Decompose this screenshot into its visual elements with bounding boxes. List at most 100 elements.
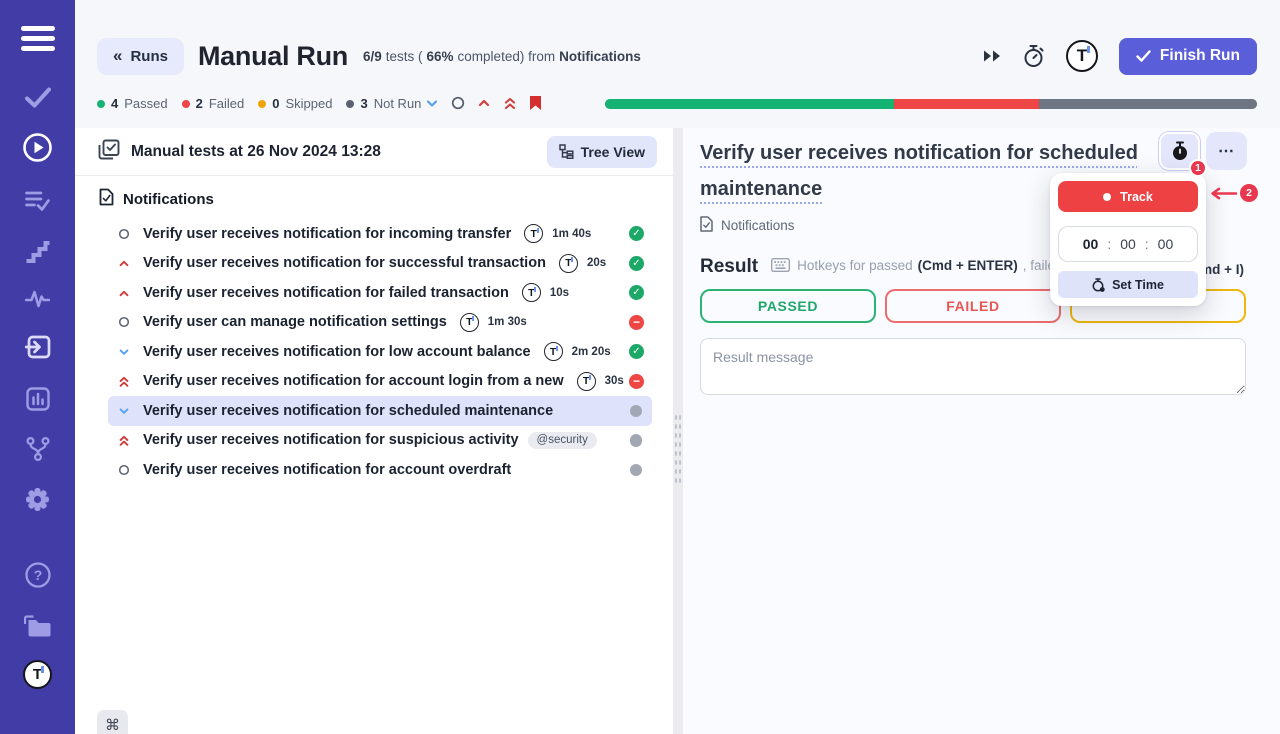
fast-forward-icon[interactable]	[982, 49, 1002, 63]
stopwatch-icon[interactable]	[1023, 44, 1045, 68]
result-message-input[interactable]	[700, 338, 1246, 395]
more-icon: ⋯	[1218, 141, 1235, 161]
time-colon: :	[1107, 236, 1111, 252]
bookmark-filter-icon[interactable]	[529, 95, 542, 111]
more-button[interactable]: ⋯	[1206, 132, 1247, 170]
hotkeys-right-fragment: md + I)	[1200, 262, 1244, 277]
finish-run-label: Finish Run	[1160, 47, 1240, 65]
test-title: Verify user receives notification for su…	[143, 432, 519, 448]
svg-text:?: ?	[33, 567, 42, 583]
test-logo-icon: T	[544, 342, 563, 361]
play-circle-icon[interactable]	[22, 132, 53, 163]
notrun-count: 3Not Run	[346, 96, 421, 111]
bar-chart-icon[interactable]	[26, 387, 50, 411]
annotation-badge-1: 1	[1189, 159, 1207, 177]
test-logo-icon: T	[577, 372, 596, 391]
test-duration: 30s	[605, 375, 624, 387]
test-row[interactable]: Verify user receives notification for ac…	[108, 455, 652, 485]
run-title: Manual tests at 26 Nov 2024 13:28	[131, 143, 536, 161]
test-logo-icon: T	[524, 224, 543, 243]
test-list: Verify user receives notification for in…	[75, 219, 673, 485]
gray-dot-icon	[346, 100, 354, 108]
test-title: Verify user receives notification for ac…	[143, 462, 511, 478]
testomat-logo-icon[interactable]: T	[23, 660, 52, 689]
gear-icon[interactable]	[25, 487, 50, 512]
tree-icon	[559, 144, 574, 159]
priority-icon	[118, 434, 130, 447]
seconds-value[interactable]: 00	[1158, 236, 1174, 252]
menu-icon[interactable]	[21, 26, 55, 51]
red-dot-icon	[182, 100, 190, 108]
failed-count: 2Failed	[182, 96, 245, 111]
test-row[interactable]: Verify user receives notification for su…	[108, 426, 652, 456]
progress-failed	[894, 99, 1039, 109]
skipped-count: 0Skipped	[258, 96, 332, 111]
orange-dot-icon	[258, 100, 266, 108]
title-actions: 1 ⋯	[1159, 132, 1247, 170]
priority-filters	[425, 95, 542, 111]
priority-icon	[118, 375, 130, 388]
tree-view-label: Tree View	[581, 144, 645, 160]
folder-icon[interactable]	[24, 615, 51, 638]
priority-icon	[118, 228, 130, 240]
result-heading: Result	[700, 256, 758, 278]
annotation-arrow-2: 2	[1207, 184, 1258, 202]
splitter-grip-icon	[674, 413, 682, 485]
status-badge: −	[629, 374, 644, 389]
priority-icon	[118, 405, 130, 417]
steps-icon[interactable]	[25, 240, 50, 263]
status-badge: ✓	[629, 285, 644, 300]
test-row[interactable]: Verify user can manage notification sett…	[108, 308, 652, 338]
help-icon[interactable]: ?	[25, 562, 51, 588]
test-row[interactable]: Verify user receives notification for sc…	[108, 396, 652, 426]
finish-run-button[interactable]: Finish Run	[1119, 38, 1257, 75]
set-time-button[interactable]: Set Time	[1058, 271, 1198, 298]
chevrons-up-filter-icon[interactable]	[503, 96, 517, 111]
list-check-icon[interactable]	[25, 190, 50, 212]
status-badge: ✓	[629, 256, 644, 271]
command-key-button[interactable]: ⌘	[97, 710, 128, 734]
back-to-runs-button[interactable]: « Runs	[97, 38, 184, 75]
check-icon[interactable]	[25, 87, 51, 108]
priority-icon	[118, 316, 130, 328]
hotkeys-passed-key: (Cmd + ENTER)	[918, 258, 1018, 273]
import-icon[interactable]	[25, 335, 51, 359]
test-row[interactable]: Verify user receives notification for fa…	[108, 278, 652, 308]
test-logo-icon: T	[559, 254, 578, 273]
minutes-value[interactable]: 00	[1120, 236, 1136, 252]
set-time-label: Set Time	[1112, 278, 1164, 292]
test-title: Verify user can manage notification sett…	[143, 314, 447, 330]
test-row[interactable]: Verify user receives notification for in…	[108, 219, 652, 249]
track-button[interactable]: Track	[1058, 181, 1198, 212]
test-row[interactable]: Verify user receives notification for lo…	[108, 337, 652, 367]
hours-value[interactable]: 00	[1083, 236, 1099, 252]
tree-view-button[interactable]: Tree View	[547, 136, 657, 168]
timer-popup: Track 00 : 00 : 00 Set Time	[1050, 173, 1206, 306]
activity-icon[interactable]	[25, 289, 50, 309]
failed-button[interactable]: FAILED	[885, 289, 1061, 323]
page-title: Manual Run	[198, 41, 348, 72]
green-dot-icon	[97, 100, 105, 108]
suite-group-row[interactable]: Notifications	[75, 176, 673, 217]
record-dot-icon	[1103, 193, 1111, 201]
test-logo-icon: T	[522, 283, 541, 302]
chevron-up-filter-icon[interactable]	[477, 96, 491, 110]
circle-filter-icon[interactable]	[451, 96, 465, 110]
test-row[interactable]: Verify user receives notification for su…	[108, 249, 652, 279]
timer-button[interactable]: 1	[1159, 132, 1200, 170]
document-check-icon	[700, 216, 713, 235]
testomat-logo-icon-top[interactable]: T	[1066, 40, 1098, 72]
passed-count: 4Passed	[97, 96, 168, 111]
priority-icon	[118, 287, 130, 299]
back-button-label: Runs	[130, 48, 168, 65]
run-checklist-icon	[98, 139, 120, 165]
branch-icon[interactable]	[26, 437, 50, 461]
chevron-down-filter-icon[interactable]	[425, 96, 439, 110]
test-row[interactable]: Verify user receives notification for ac…	[108, 367, 652, 397]
passed-button[interactable]: PASSED	[700, 289, 876, 323]
test-tag: @security	[528, 432, 597, 449]
time-input[interactable]: 00 : 00 : 00	[1058, 226, 1198, 262]
status-badge	[630, 405, 643, 418]
statusbar: 4Passed 2Failed 0Skipped 3Not Run	[75, 92, 1280, 122]
panel-splitter[interactable]	[673, 128, 683, 734]
